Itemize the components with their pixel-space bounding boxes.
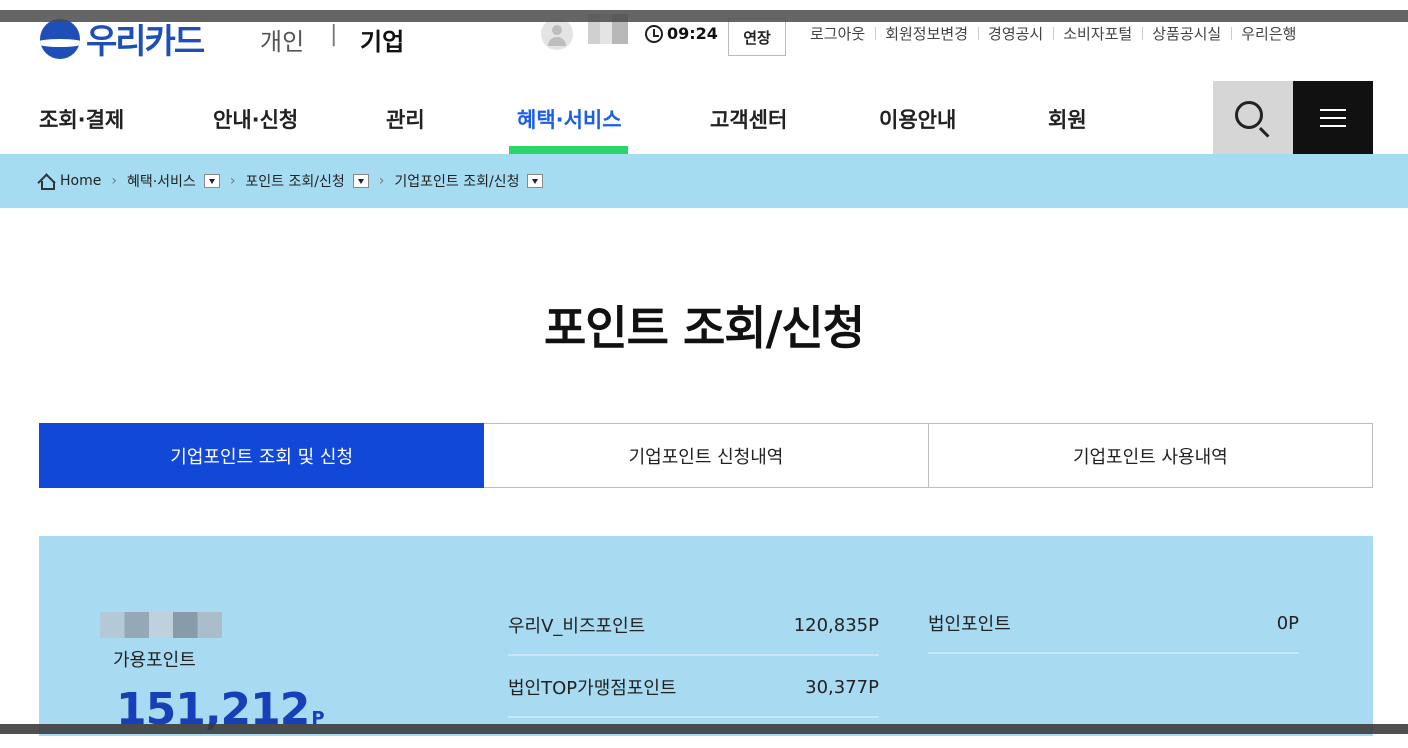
breadcrumb-home[interactable]: Home [38, 173, 102, 190]
breadcrumb-home-label: Home [60, 173, 102, 189]
gnb-manage[interactable]: 관리 [386, 104, 425, 134]
hamburger-menu-icon [1320, 109, 1346, 127]
search-icon [1235, 101, 1263, 129]
member-info-link[interactable]: 회원정보변경 [875, 23, 978, 44]
point-row-label: 법인TOP가맹점포인트 [508, 678, 677, 699]
dropdown-icon[interactable] [352, 174, 369, 188]
gnb-active-indicator [509, 146, 628, 154]
product-disclosure-link[interactable]: 상품공시실 [1142, 23, 1231, 44]
clock-icon [645, 24, 663, 43]
page-title: 포인트 조회/신청 [543, 301, 865, 355]
search-button[interactable] [1213, 81, 1293, 154]
breadcrumb-item-label: 혜택·서비스 [126, 174, 196, 190]
all-menu-button[interactable] [1293, 81, 1373, 154]
breadcrumb-item-label: 포인트 조회/신청 [245, 174, 345, 190]
breadcrumb: Home › 혜택·서비스 › 포인트 조회/신청 › 기업포인트 조회/신청 [0, 154, 1408, 208]
video-frame-bottom [0, 724, 1408, 734]
chevron-right-icon: › [111, 173, 117, 189]
segment-corporate-link[interactable]: 기업 [360, 22, 404, 57]
consumer-portal-link[interactable]: 소비자포털 [1053, 23, 1142, 44]
tab-corp-point-apply-history[interactable]: 기업포인트 신청내역 [484, 423, 929, 488]
point-row-label: 법인포인트 [928, 614, 1011, 635]
tab-corp-point-usage-history[interactable]: 기업포인트 사용내역 [928, 423, 1373, 488]
gnb-member[interactable]: 회원 [1048, 104, 1087, 134]
point-row-woori-v-biz: 우리V_비즈포인트 120,835P [508, 596, 879, 656]
available-points-label: 가용포인트 [113, 650, 196, 671]
point-row-corp-point: 법인포인트 0P [928, 594, 1299, 654]
tab-corp-point-inquiry[interactable]: 기업포인트 조회 및 신청 [39, 423, 485, 488]
chevron-right-icon: › [229, 173, 236, 189]
session-extend-button[interactable]: 연장 [728, 18, 786, 56]
gnb-customer-center[interactable]: 고객센터 [710, 104, 787, 134]
utility-links: 로그아웃 회원정보변경 경영공시 소비자포털 상품공시실 우리은행 [800, 23, 1306, 44]
user-avatar-icon [541, 18, 573, 50]
logo-mark-icon [40, 18, 80, 59]
segment-personal-link[interactable]: 개인 [260, 22, 304, 57]
point-row-value: 0P [1276, 612, 1299, 634]
home-icon [38, 174, 55, 190]
point-row-value: 120,835P [793, 614, 879, 636]
session-timer: 09:24 [645, 24, 718, 43]
dropdown-icon[interactable] [527, 174, 544, 188]
logout-link[interactable]: 로그아웃 [800, 23, 875, 44]
point-row-value: 30,377P [805, 676, 879, 698]
gnb-usage-guide[interactable]: 이용안내 [879, 104, 956, 134]
breadcrumb-item-benefit[interactable]: 혜택·서비스 [127, 171, 220, 191]
management-disclosure-link[interactable]: 경영공시 [978, 23, 1053, 44]
breadcrumb-item-label: 기업포인트 조회/신청 [394, 174, 520, 190]
breadcrumb-item-corp-point[interactable]: 기업포인트 조회/신청 [394, 171, 544, 191]
gnb-benefit-service[interactable]: 혜택·서비스 [517, 104, 622, 134]
video-frame-top [0, 10, 1408, 22]
chevron-right-icon: › [378, 173, 385, 189]
company-name-blurred [100, 612, 222, 638]
global-nav: 조회·결제 안내·신청 관리 혜택·서비스 고객센터 이용안내 회원 [0, 80, 1408, 154]
dropdown-icon[interactable] [203, 174, 220, 188]
breadcrumb-item-point[interactable]: 포인트 조회/신청 [245, 171, 369, 191]
gnb-inquiry-payment[interactable]: 조회·결제 [39, 104, 124, 134]
point-tabs: 기업포인트 조회 및 신청 기업포인트 신청내역 기업포인트 사용내역 [39, 423, 1373, 488]
gnb-guide-apply[interactable]: 안내·신청 [213, 104, 298, 134]
session-timer-value: 09:24 [667, 24, 718, 43]
point-row-corp-top-merchant: 법인TOP가맹점포인트 30,377P [508, 658, 879, 718]
point-row-label: 우리V_비즈포인트 [508, 616, 646, 637]
woori-bank-link[interactable]: 우리은행 [1231, 23, 1306, 44]
segment-separator: | [330, 22, 338, 47]
